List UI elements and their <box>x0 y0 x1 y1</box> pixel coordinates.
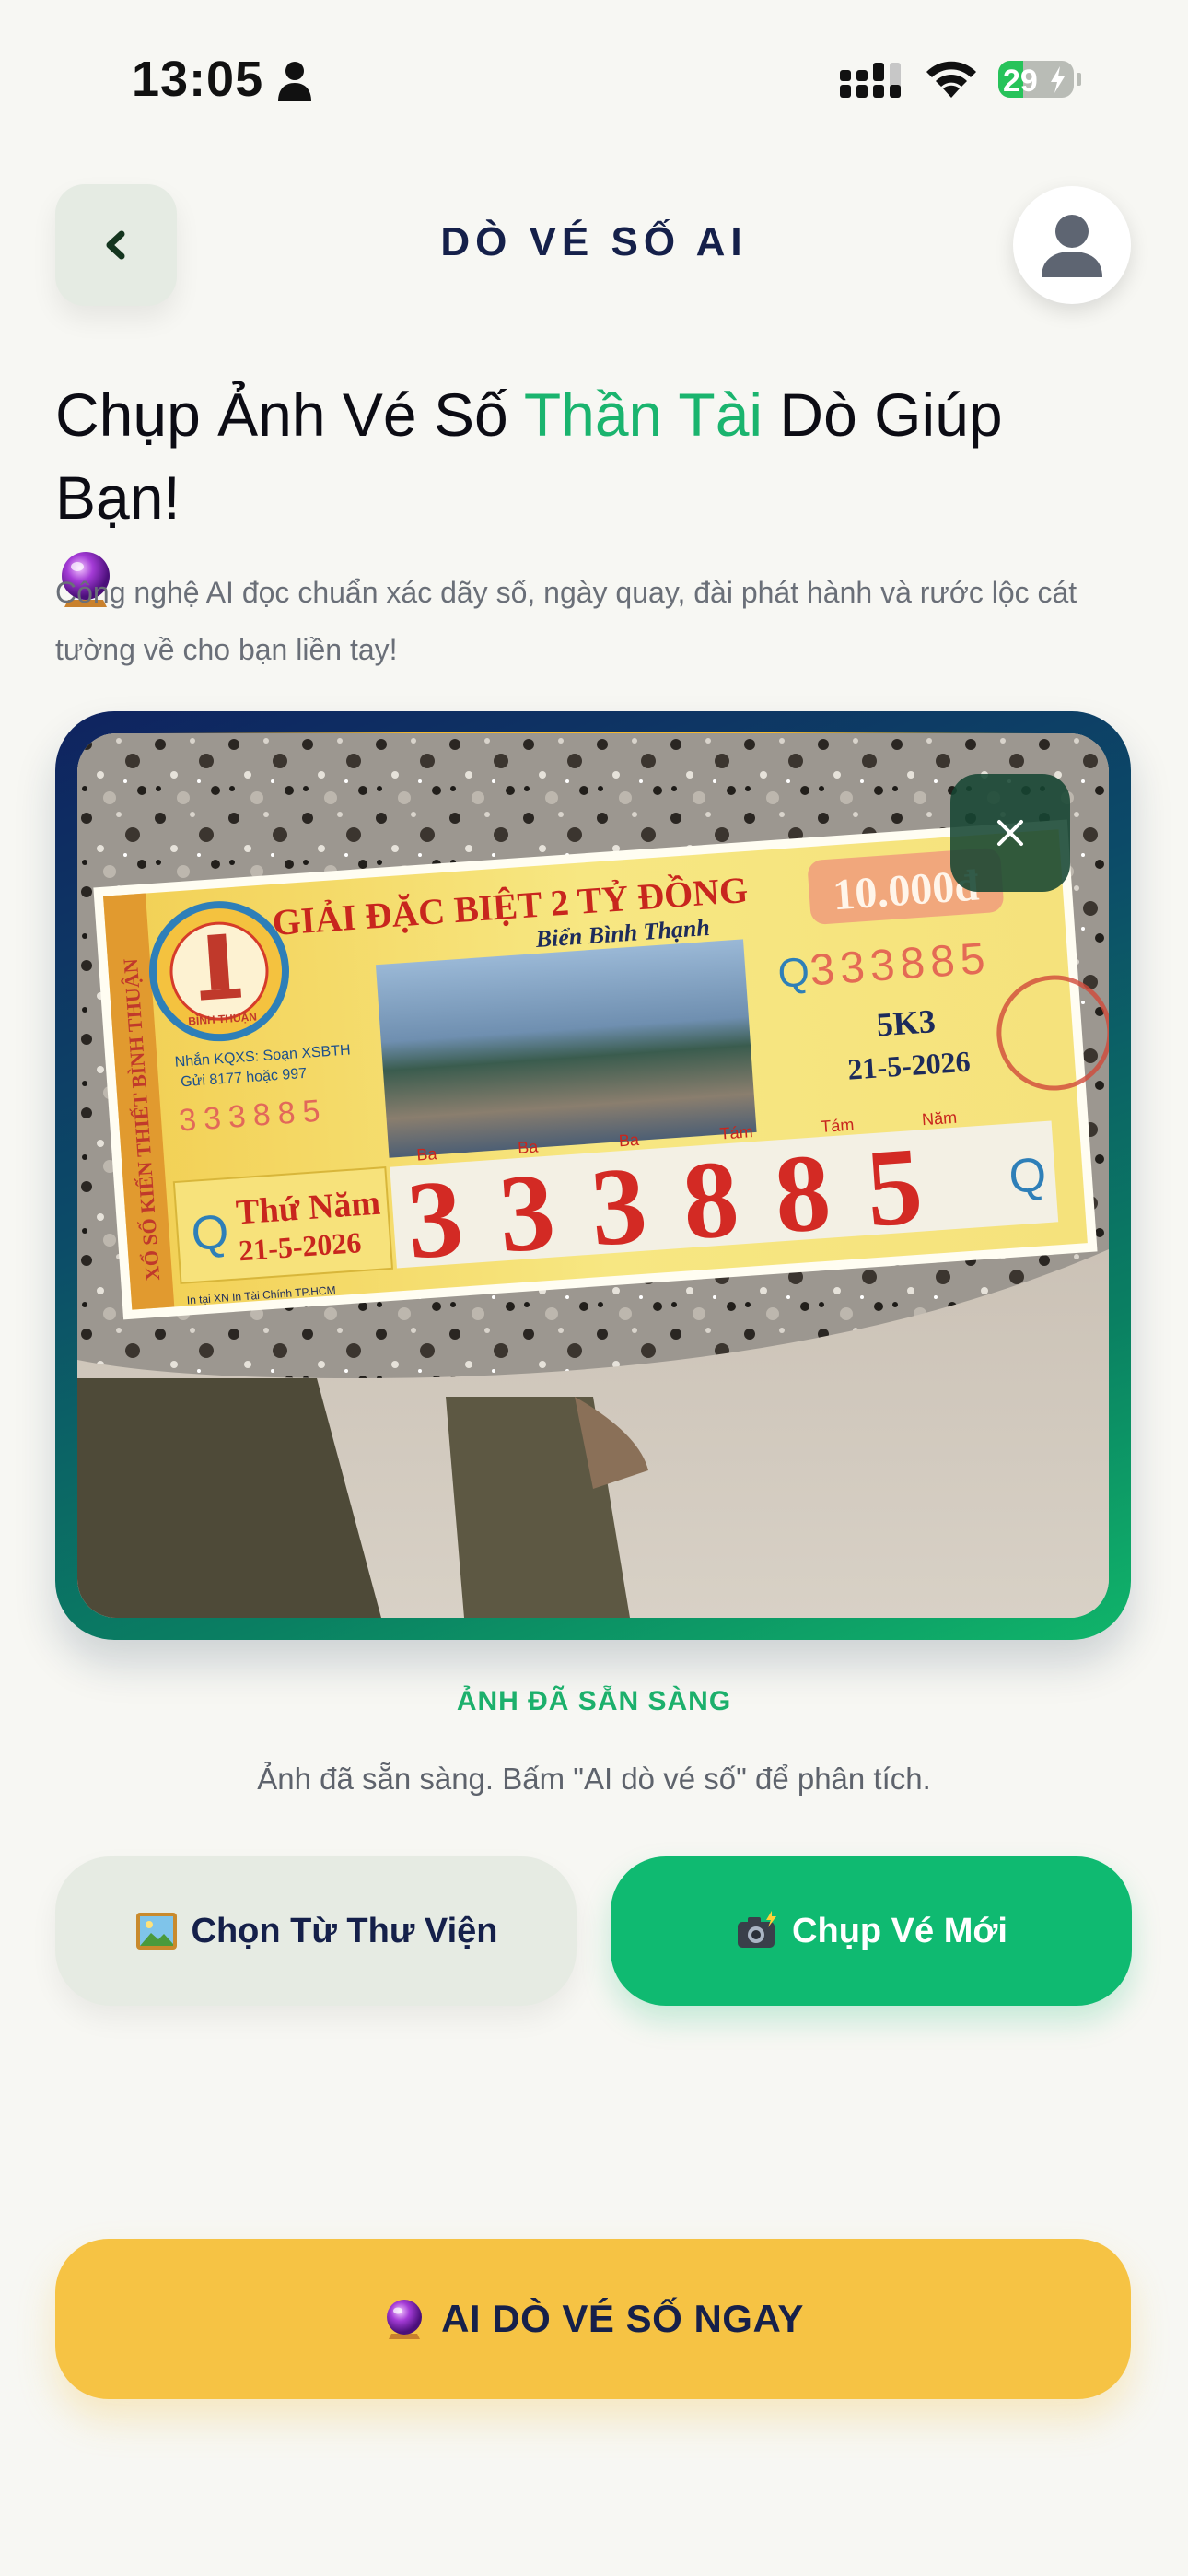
digit-word-3: Ba <box>618 1130 640 1151</box>
ticket-prefix-top: Q <box>776 950 811 997</box>
digit-word-2: Ba <box>517 1137 539 1157</box>
camera-flash-icon <box>738 1911 777 1948</box>
digit-word-1: Ba <box>416 1144 438 1165</box>
signal-icon <box>840 63 901 98</box>
wifi-icon <box>926 61 976 98</box>
digit-word-5: Tám <box>821 1115 855 1135</box>
ai-check-ticket-button[interactable]: AI DÒ VÉ SỐ NGAY <box>55 2239 1131 2399</box>
subtext: Công nghệ AI đọc chuẩn xác dãy số, ngày … <box>55 576 1077 666</box>
choose-from-library-button[interactable]: Chọn Từ Thư Viện <box>55 1856 577 2006</box>
user-avatar-icon <box>1042 215 1102 277</box>
status-bar: 13:05 29 <box>0 0 1188 157</box>
crystal-ball-icon <box>387 2300 423 2339</box>
page-title: DÒ VÉ SỐ AI <box>440 219 748 264</box>
avatar-button[interactable] <box>1013 186 1131 304</box>
choose-from-library-label: Chọn Từ Thư Viện <box>191 1911 498 1950</box>
ticket-series: 5K3 <box>875 1002 937 1043</box>
ready-status-label: ẢNH ĐÃ SẴN SÀNG <box>456 1686 732 1716</box>
headline-text: Chụp Ảnh Vé Số <box>55 381 524 449</box>
ready-hint-text: Ảnh đã sẵn sàng. Bấm "AI dò vé số" để ph… <box>257 1762 931 1796</box>
ticket-prefix-left: Q <box>190 1205 230 1261</box>
remove-photo-button[interactable] <box>950 774 1070 892</box>
ticket-prefix-right: Q <box>1007 1148 1048 1204</box>
picture-icon <box>135 1913 177 1950</box>
battery-level: 29 <box>1003 64 1038 99</box>
status-time: 13:05 <box>132 52 264 107</box>
person-icon <box>278 62 311 101</box>
take-new-photo-label: Chụp Vé Mới <box>792 1911 1007 1950</box>
digit-word-6: Năm <box>921 1108 957 1130</box>
headline-highlight: Thần Tài <box>523 381 763 449</box>
battery-charging-icon: 29 <box>998 61 1081 99</box>
take-new-photo-button[interactable]: Chụp Vé Mới <box>611 1856 1132 2006</box>
digit-word-4: Tám <box>719 1122 753 1142</box>
ai-check-ticket-label: AI DÒ VÉ SỐ NGAY <box>441 2297 804 2340</box>
close-icon <box>997 820 1023 846</box>
